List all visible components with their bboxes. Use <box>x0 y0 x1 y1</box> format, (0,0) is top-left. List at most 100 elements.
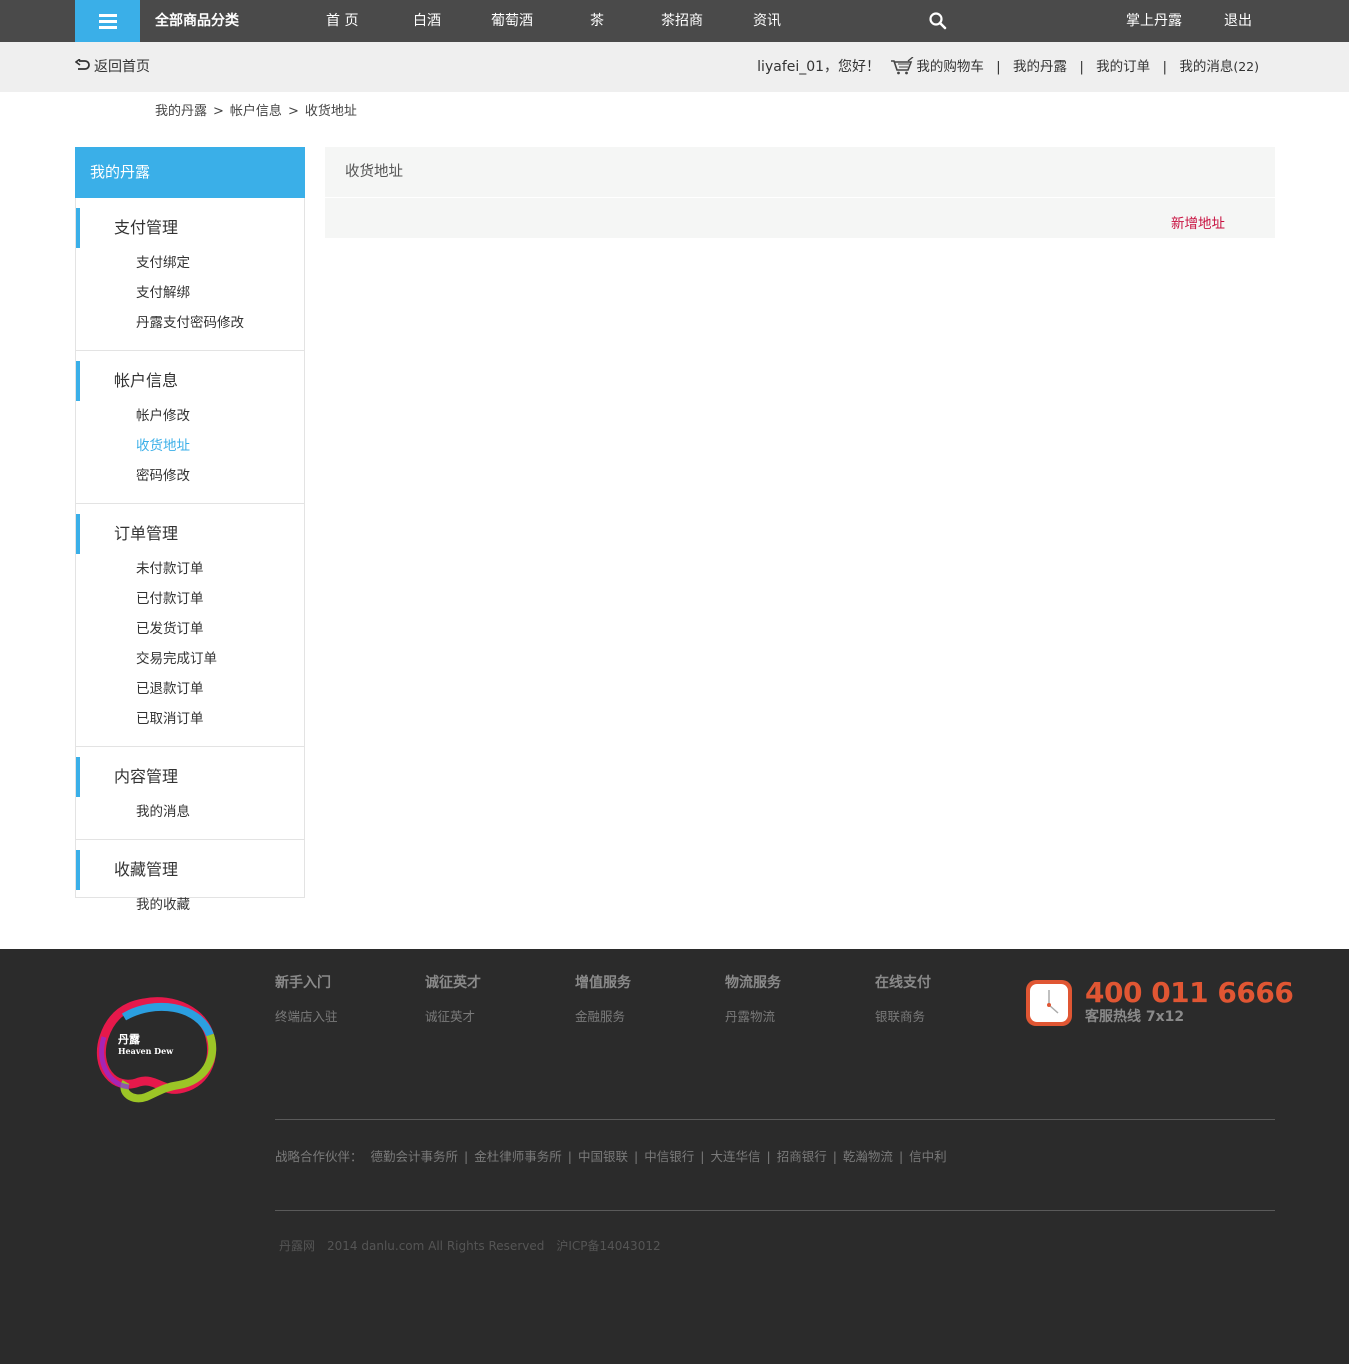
back-home-label: 返回首页 <box>94 59 150 75</box>
user-greeting: liyafei_01，您好！ <box>757 59 881 75</box>
sidebar-item-shipping-address[interactable]: 收货地址 <box>76 431 304 461</box>
sidebar-item-password-edit[interactable]: 密码修改 <box>76 461 304 491</box>
logo-text: 丹露 <box>118 1033 141 1046</box>
logout-link[interactable]: 退出 <box>1224 0 1252 42</box>
partner-link[interactable]: 招商银行 <box>777 1149 827 1164</box>
accent-bar <box>76 514 80 554</box>
accent-bar <box>76 850 80 890</box>
sidebar-item-cancelled-orders[interactable]: 已取消订单 <box>76 704 304 734</box>
sidebar-item-my-messages[interactable]: 我的消息 <box>76 797 304 827</box>
group-title-label: 支付管理 <box>114 218 179 237</box>
my-messages-link[interactable]: 我的消息(22) <box>1179 59 1259 75</box>
nav-wine[interactable]: 葡萄酒 <box>491 0 533 42</box>
breadcrumb-separator: > <box>287 104 299 119</box>
user-bar: liyafei_01，您好！ 我的购物车 | 我的丹露 | 我的订单 | 我的消… <box>757 42 1259 92</box>
footer-link-finance[interactable]: 金融服务 <box>575 1006 631 1025</box>
partner-link[interactable]: 中国银联 <box>578 1149 628 1164</box>
footer-link-store-join[interactable]: 终端店入驻 <box>275 1006 338 1025</box>
footer-link-unionpay[interactable]: 银联商务 <box>875 1006 931 1025</box>
nav-baijiu[interactable]: 白酒 <box>413 0 441 42</box>
footer-col-logistics: 物流服务 丹露物流 <box>725 972 781 1025</box>
menu-icon-bar <box>99 20 117 23</box>
footer-divider <box>275 1210 1275 1211</box>
my-danlu-link[interactable]: 我的丹露 <box>1013 59 1067 75</box>
footer-col-careers: 诚征英才 诚征英才 <box>425 972 481 1025</box>
partner-link[interactable]: 金杜律师事务所 <box>474 1149 562 1164</box>
sidebar-item-unpaid-orders[interactable]: 未付款订单 <box>76 554 304 584</box>
partners-bar: 战略合作伙伴： 德勤会计事务所 | 金杜律师事务所 | 中国银联 | 中信银行 | 大连华信 | 招商… <box>275 1146 947 1165</box>
sidebar-item-payment-unbind[interactable]: 支付解绑 <box>76 278 304 308</box>
sidebar-group-title: 内容管理 <box>76 757 304 797</box>
nav-tea[interactable]: 茶 <box>590 0 604 42</box>
sidebar: 我的丹露 支付管理 支付绑定 支付解绑 丹露支付密码修改 帐户信息 帐户修改 收… <box>75 147 305 913</box>
icp-number: 沪ICP备14043012 <box>556 1239 661 1253</box>
divider: | <box>1079 59 1084 75</box>
divider: | <box>1162 59 1168 75</box>
sidebar-group-payment: 支付管理 支付绑定 支付解绑 丹露支付密码修改 <box>76 198 304 351</box>
divider: | <box>700 1149 705 1164</box>
partners-label: 战略合作伙伴： <box>275 1149 363 1164</box>
sidebar-item-refunded-orders[interactable]: 已退款订单 <box>76 674 304 704</box>
sidebar-group-account: 帐户信息 帐户修改 收货地址 密码修改 <box>76 351 304 504</box>
messages-label: 我的消息 <box>1179 59 1234 75</box>
danlu-logo: 丹露 Heaven Dew <box>96 997 217 1103</box>
sidebar-item-completed-orders[interactable]: 交易完成订单 <box>76 644 304 674</box>
sidebar-item-payment-bind[interactable]: 支付绑定 <box>76 248 304 278</box>
footer-col-title: 在线支付 <box>875 975 931 991</box>
sidebar-item-paid-orders[interactable]: 已付款订单 <box>76 584 304 614</box>
sidebar-item-my-favorites[interactable]: 我的收藏 <box>76 890 304 920</box>
footer-col-value-added: 增值服务 金融服务 <box>575 972 631 1025</box>
category-menu-button[interactable] <box>75 0 140 42</box>
back-home-link[interactable]: 返回首页 <box>74 42 150 92</box>
divider: | <box>898 1149 904 1164</box>
footer-link-careers[interactable]: 诚征英才 <box>425 1006 481 1025</box>
nav-tea-investment[interactable]: 茶招商 <box>661 0 703 42</box>
logo-sub: Heaven Dew <box>118 1046 174 1056</box>
sidebar-group-favorites: 收藏管理 我的收藏 <box>76 840 304 932</box>
my-orders-link[interactable]: 我的订单 <box>1096 59 1150 75</box>
partner-link[interactable]: 德勤会计事务所 <box>371 1149 459 1164</box>
breadcrumb-account-info[interactable]: 帐户信息 <box>230 104 282 119</box>
sidebar-title: 我的丹露 <box>75 147 305 198</box>
partner-link[interactable]: 信中利 <box>909 1149 947 1164</box>
sidebar-item-shipped-orders[interactable]: 已发货订单 <box>76 614 304 644</box>
nav-news[interactable]: 资讯 <box>753 0 781 42</box>
footer-col-title: 诚征英才 <box>425 975 481 991</box>
sidebar-group-title: 收藏管理 <box>76 850 304 890</box>
page-title: 收货地址 <box>325 147 1275 197</box>
sub-bar: 返回首页 liyafei_01，您好！ 我的购物车 | 我的丹露 | 我的订单 … <box>0 42 1349 92</box>
top-nav: 全部商品分类 首 页 白酒 葡萄酒 茶 茶招商 资讯 掌上丹露 退出 <box>0 0 1349 42</box>
return-icon <box>74 58 90 70</box>
sidebar-item-account-edit[interactable]: 帐户修改 <box>76 401 304 431</box>
partner-link[interactable]: 中信银行 <box>644 1149 694 1164</box>
divider: | <box>832 1149 837 1164</box>
divider: | <box>567 1149 572 1164</box>
footer-col-payment: 在线支付 银联商务 <box>875 972 931 1025</box>
sidebar-item-payment-password[interactable]: 丹露支付密码修改 <box>76 308 304 338</box>
copyright-site: 丹露网 <box>279 1239 316 1253</box>
group-title-label: 内容管理 <box>114 767 179 786</box>
partner-link[interactable]: 大连华信 <box>710 1149 760 1164</box>
footer: 丹露 Heaven Dew 新手入门 终端店入驻 诚征英才 诚征英才 增值服务 … <box>0 949 1349 1364</box>
nav-home[interactable]: 首 页 <box>326 0 358 42</box>
group-title-label: 帐户信息 <box>114 371 179 390</box>
footer-col-newbie: 新手入门 终端店入驻 <box>275 972 338 1025</box>
cart-icon <box>891 57 914 75</box>
footer-col-title: 增值服务 <box>575 975 631 991</box>
copyright: 丹露网 2014 danlu.com All Rights Reserved 沪IC… <box>279 1237 673 1254</box>
mobile-danlu-link[interactable]: 掌上丹露 <box>1126 0 1182 42</box>
copyright-text: 2014 danlu.com All Rights Reserved <box>327 1239 545 1253</box>
search-icon[interactable] <box>928 11 948 31</box>
add-address-button[interactable]: 新增地址 <box>1171 198 1225 250</box>
partner-link[interactable]: 乾瀚物流 <box>843 1149 893 1164</box>
group-title-label: 收藏管理 <box>114 860 179 879</box>
cart-link[interactable]: 我的购物车 <box>890 57 988 75</box>
category-label[interactable]: 全部商品分类 <box>155 0 239 42</box>
breadcrumb-my-danlu[interactable]: 我的丹露 <box>155 104 207 119</box>
accent-bar <box>76 757 80 797</box>
sidebar-group-title: 帐户信息 <box>76 361 304 401</box>
messages-count: (22) <box>1233 59 1259 74</box>
footer-link-logistics[interactable]: 丹露物流 <box>725 1006 781 1025</box>
clock-icon <box>1026 980 1072 1026</box>
group-title-label: 订单管理 <box>114 524 179 543</box>
